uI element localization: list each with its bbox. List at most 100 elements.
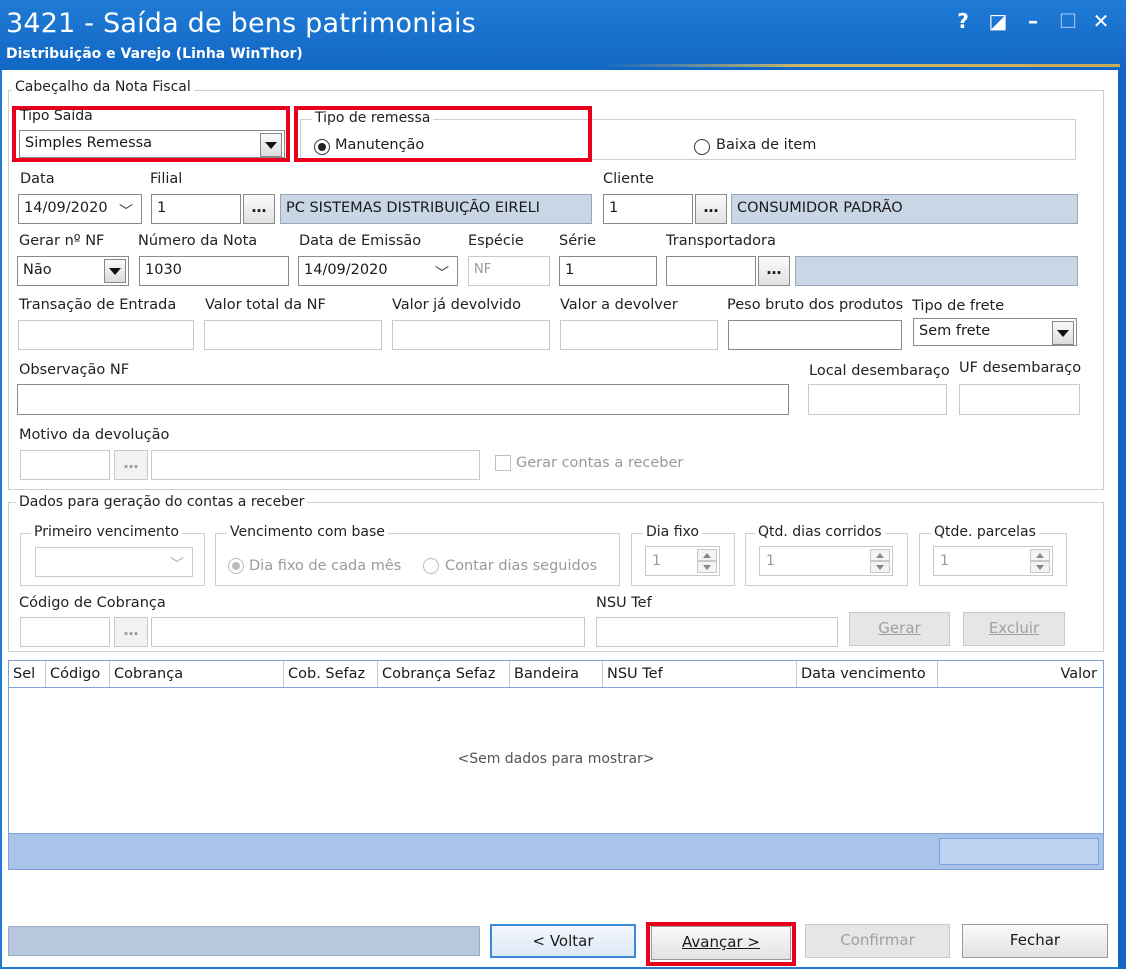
help-icon[interactable]: ? — [950, 8, 976, 34]
numero-nota-input[interactable]: 1030 — [139, 256, 289, 286]
radio-manutencao-label: Manutenção — [335, 137, 425, 153]
status-bar — [8, 926, 480, 956]
spin-down-icon — [870, 561, 890, 573]
header-group-title: Cabeçalho da Nota Fiscal — [12, 79, 194, 95]
gerar-nf-select[interactable]: Não — [17, 256, 129, 286]
excluir-button-label: Excluir — [988, 619, 1040, 637]
filial-name-field: PC SISTEMAS DISTRIBUIÇÃO EIRELI — [280, 194, 592, 224]
radio-dia-fixo-label: Dia fixo de cada mês — [249, 558, 402, 574]
grid-empty-text: <Sem dados para mostrar> — [457, 751, 655, 767]
codigo-cobranca-field — [20, 617, 110, 647]
voltar-button[interactable]: < Voltar — [490, 924, 636, 958]
fechar-button[interactable]: Fechar — [962, 924, 1108, 958]
serie-input[interactable]: 1 — [559, 256, 657, 286]
window-title: 3421 - Saída de bens patrimoniais — [6, 8, 476, 39]
data-field[interactable]: 14/09/2020 ﹀ — [18, 194, 142, 224]
tipo-frete-select[interactable]: Sem frete — [913, 318, 1077, 346]
col-cobranca[interactable]: Cobrança — [110, 661, 284, 687]
chevron-down-icon[interactable] — [104, 259, 126, 283]
gerar-nf-value: Não — [23, 262, 52, 278]
col-data-vencimento[interactable]: Data vencimento — [797, 661, 938, 687]
gerar-nf-label: Gerar nº NF — [19, 233, 105, 249]
numero-nota-label: Número da Nota — [138, 233, 258, 249]
observacao-nf-label: Observação NF — [19, 362, 130, 378]
motivo-lookup-button: … — [114, 450, 148, 480]
gerar-contas-checkbox[interactable] — [495, 455, 511, 471]
cobranca-grid[interactable]: Sel Código Cobrança Cob. Sefaz Cobrança … — [8, 660, 1104, 870]
valor-ja-devolvido-label: Valor já devolvido — [392, 297, 521, 313]
radio-manutencao[interactable] — [314, 139, 330, 155]
avancar-button[interactable]: Avançar > — [651, 926, 791, 960]
col-nsu-tef[interactable]: NSU Tef — [603, 661, 797, 687]
col-valor[interactable]: Valor — [938, 661, 1103, 687]
tipo-saida-select[interactable]: Simples Remessa — [19, 130, 285, 158]
excluir-button: Excluir — [963, 612, 1065, 646]
tipo-saida-value: Simples Remessa — [25, 135, 153, 151]
receivables-group-title: Dados para geração do contas a receber — [16, 494, 308, 510]
minimize-icon[interactable]: – — [1020, 8, 1046, 34]
peso-bruto-input[interactable] — [728, 320, 902, 350]
cliente-label: Cliente — [603, 171, 654, 187]
col-sel[interactable]: Sel — [9, 661, 46, 687]
transportadora-name-field — [795, 256, 1078, 286]
fechar-button-label: Fechar — [1009, 931, 1061, 949]
gerar-button: Gerar — [849, 612, 950, 646]
grid-footer-summary — [939, 838, 1099, 865]
chevron-down-icon: ﹀ — [170, 557, 184, 573]
maximize-icon[interactable]: ☐ — [1055, 8, 1081, 34]
transportadora-code-input[interactable] — [666, 256, 756, 286]
close-icon[interactable]: ✕ — [1088, 8, 1114, 34]
chevron-down-icon[interactable]: ﹀ — [435, 263, 449, 283]
window-subtitle: Distribuição e Varejo (Linha WinThor) — [6, 46, 303, 62]
spin-down-icon — [1030, 561, 1050, 573]
col-cobranca-sefaz[interactable]: Cobrança Sefaz — [378, 661, 510, 687]
qtd-dias-label: Qtd. dias corridos — [755, 524, 885, 540]
radio-baixa-item[interactable] — [694, 139, 710, 155]
qtd-dias-spinner: 1 — [759, 546, 893, 576]
radio-baixa-item-label: Baixa de item — [716, 137, 817, 153]
grid-header: Sel Código Cobrança Cob. Sefaz Cobrança … — [9, 661, 1103, 688]
data-emissao-value: 14/09/2020 — [304, 262, 388, 278]
data-emissao-field[interactable]: 14/09/2020 ﹀ — [298, 256, 458, 286]
col-codigo[interactable]: Código — [46, 661, 110, 687]
transportadora-lookup-button[interactable]: … — [758, 256, 790, 286]
data-value: 14/09/2020 — [24, 200, 108, 216]
filial-lookup-button[interactable]: … — [243, 194, 275, 224]
col-cob-sefaz[interactable]: Cob. Sefaz — [284, 661, 378, 687]
col-bandeira[interactable]: Bandeira — [510, 661, 603, 687]
valor-total-nf-field — [204, 320, 382, 350]
qtde-parcelas-value: 1 — [940, 553, 949, 569]
spin-up-icon — [1030, 549, 1050, 561]
spin-up-icon — [697, 549, 717, 561]
title-bar: 3421 - Saída de bens patrimoniais Distri… — [0, 0, 1126, 70]
window-edge — [1118, 70, 1126, 969]
nsu-tef-label: NSU Tef — [596, 595, 652, 611]
primeiro-vencimento-label: Primeiro vencimento — [31, 524, 182, 540]
cliente-lookup-button[interactable]: … — [695, 194, 727, 224]
vencimento-base-label: Vencimento com base — [227, 524, 388, 540]
confirmar-button-label: Confirmar — [840, 931, 915, 949]
filial-label: Filial — [150, 171, 183, 187]
nsu-tef-field — [596, 617, 838, 647]
codigo-cobranca-name-field — [151, 617, 585, 647]
tipo-frete-value: Sem frete — [919, 323, 991, 339]
filial-code-input[interactable]: 1 — [151, 194, 241, 224]
qtde-parcelas-spinner: 1 — [933, 546, 1053, 576]
voltar-button-label: < Voltar — [532, 932, 594, 950]
data-emissao-label: Data de Emissão — [299, 233, 422, 249]
gerar-contas-label: Gerar contas a receber — [516, 455, 684, 471]
primeiro-vencimento-field: ﹀ — [35, 547, 193, 577]
tipo-frete-label: Tipo de frete — [912, 298, 1005, 314]
dia-fixo-spinner: 1 — [645, 546, 720, 576]
restore-style-icon[interactable]: ◪ — [985, 8, 1011, 34]
local-desembaraco-label: Local desembaraço — [809, 363, 950, 379]
serie-label: Série — [559, 233, 597, 249]
chevron-down-icon[interactable] — [260, 133, 282, 157]
chevron-down-icon[interactable]: ﹀ — [119, 201, 133, 221]
cliente-code-input[interactable]: 1 — [603, 194, 693, 224]
dia-fixo-value: 1 — [652, 553, 661, 569]
title-accent-line — [600, 64, 1120, 67]
transacao-entrada-label: Transação de Entrada — [19, 297, 177, 313]
chevron-down-icon[interactable] — [1052, 321, 1074, 345]
observacao-nf-input[interactable] — [17, 384, 789, 415]
